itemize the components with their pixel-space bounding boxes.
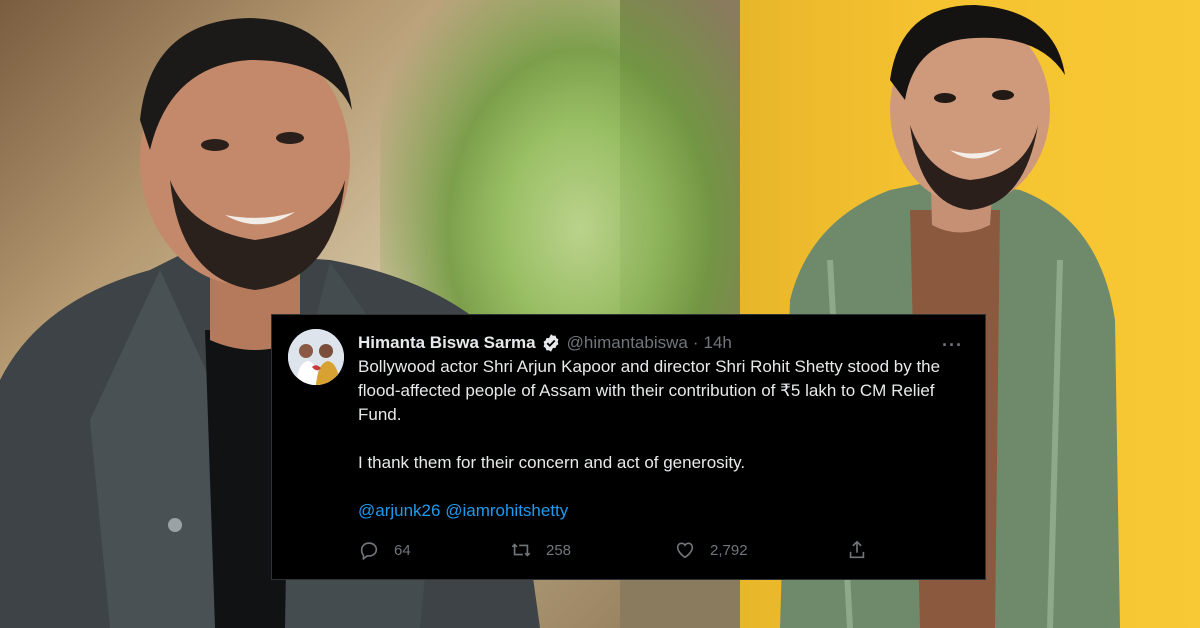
tweet-actions: 64 258 2,792 <box>358 539 878 563</box>
author-handle[interactable]: @himantabiswa <box>567 333 688 353</box>
reply-button[interactable]: 64 <box>358 539 411 561</box>
mention-link-iamrohitshetty[interactable]: @iamrohitshetty <box>445 501 568 520</box>
verified-badge-icon <box>543 334 559 352</box>
tweet-mentions: @arjunk26 @iamrohitshetty <box>358 499 973 523</box>
tweet-body: Bollywood actor Shri Arjun Kapoor and di… <box>358 355 973 523</box>
header-separator: · <box>692 333 699 352</box>
more-options-icon[interactable]: ··· <box>942 335 963 356</box>
tweet-text-paragraph-2: I thank them for their concern and act o… <box>358 453 746 472</box>
mention-link-arjunk26[interactable]: @arjunk26 <box>358 501 440 520</box>
like-count: 2,792 <box>710 541 748 559</box>
share-button[interactable] <box>846 539 882 561</box>
retweet-button[interactable]: 258 <box>510 539 571 561</box>
heart-icon <box>676 542 694 559</box>
tweet-card[interactable]: Himanta Biswa Sarma @himantabiswa · 14h … <box>271 314 986 580</box>
like-button[interactable]: 2,792 <box>674 539 748 561</box>
retweet-icon <box>511 543 531 557</box>
reply-count: 64 <box>394 541 411 559</box>
author-name[interactable]: Himanta Biswa Sarma <box>358 333 536 353</box>
author-avatar[interactable] <box>288 329 344 385</box>
share-icon <box>849 540 865 559</box>
avatar-image <box>288 329 344 385</box>
tweet-text-paragraph-1: Bollywood actor Shri Arjun Kapoor and di… <box>358 357 941 424</box>
retweet-count: 258 <box>546 541 572 559</box>
reply-icon <box>360 542 378 561</box>
tweet-header: Himanta Biswa Sarma @himantabiswa · 14h <box>358 331 969 355</box>
tweet-timestamp[interactable]: 14h <box>704 333 732 353</box>
